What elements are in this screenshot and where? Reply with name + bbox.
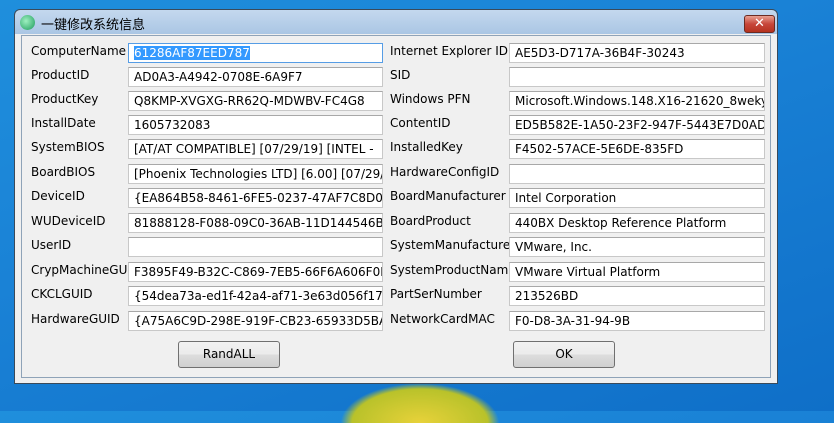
- dialog-window: 一键修改系统信息 ✕ RandALL OK ComputerName 61286A…: [14, 9, 778, 384]
- field-computername[interactable]: 61286AF87EED787: [128, 43, 383, 63]
- field-value: F4502-57ACE-5E6DE-835FD: [515, 142, 684, 156]
- label-systemproductname: SystemProductName: [390, 263, 516, 277]
- field-deviceid[interactable]: {EA864B58-8461-6FE5-0237-47AF7C8D003E: [128, 188, 383, 208]
- label-partsernumber: PartSerNumber: [390, 287, 482, 301]
- field-boardbios[interactable]: [Phoenix Technologies LTD] [6.00] [07/29…: [128, 164, 383, 184]
- field-systemmanufacturer[interactable]: VMware, Inc.: [509, 237, 765, 257]
- label-hardwareconfigid: HardwareConfigID: [390, 165, 500, 179]
- field-boardproduct[interactable]: 440BX Desktop Reference Platform: [509, 213, 765, 233]
- close-button[interactable]: ✕: [744, 15, 775, 33]
- label-productid: ProductID: [31, 68, 90, 82]
- field-value: Q8KMP-XVGXG-RR62Q-MDWBV-FC4G8: [134, 94, 365, 108]
- field-value: 213526BD: [515, 289, 579, 303]
- field-value: 440BX Desktop Reference Platform: [515, 216, 727, 230]
- label-ckclguid: CKCLGUID: [31, 287, 93, 301]
- title-bar[interactable]: 一键修改系统信息 ✕: [15, 10, 777, 35]
- window-title: 一键修改系统信息: [41, 18, 146, 33]
- field-value: VMware, Inc.: [515, 240, 592, 254]
- desktop-wallpaper-flowers: [340, 383, 500, 423]
- label-computername: ComputerName: [31, 44, 127, 58]
- label-deviceid: DeviceID: [31, 189, 85, 203]
- field-sid[interactable]: [509, 67, 765, 87]
- field-productid[interactable]: AD0A3-A4942-0708E-6A9F7: [128, 67, 383, 87]
- field-systembios[interactable]: [AT/AT COMPATIBLE] [07/29/19] [INTEL -: [128, 139, 383, 159]
- field-value: 81888128-F088-09C0-36AB-11D144546B09: [134, 216, 383, 230]
- app-icon: [20, 15, 35, 30]
- field-value: F0-D8-3A-31-94-9B: [515, 314, 631, 328]
- field-value: [Phoenix Technologies LTD] [6.00] [07/29…: [134, 167, 383, 181]
- label-wudeviceid: WUDeviceID: [31, 214, 106, 228]
- field-value: VMware Virtual Platform: [515, 265, 661, 279]
- field-userid[interactable]: [128, 237, 383, 257]
- field-productkey[interactable]: Q8KMP-XVGXG-RR62Q-MDWBV-FC4G8: [128, 91, 383, 111]
- form-area: RandALL OK ComputerName 61286AF87EED787 Pr…: [21, 35, 771, 378]
- label-windows-pfn: Windows PFN: [390, 92, 471, 106]
- label-boardbios: BoardBIOS: [31, 165, 96, 179]
- field-windows-pfn[interactable]: Microsoft.Windows.148.X16-21620_8wekyb3: [509, 91, 765, 111]
- label-internet-explorer-id: Internet Explorer ID: [390, 44, 509, 58]
- label-boardproduct: BoardProduct: [390, 214, 471, 228]
- field-crypmachineguid[interactable]: F3895F49-B32C-C869-7EB5-66F6A606F0FA: [128, 262, 383, 282]
- label-productkey: ProductKey: [31, 92, 99, 106]
- field-networkcardmac[interactable]: F0-D8-3A-31-94-9B: [509, 311, 765, 331]
- field-hardwareconfigid[interactable]: [509, 164, 765, 184]
- label-contentid: ContentID: [390, 116, 451, 130]
- field-internet-explorer-id[interactable]: AE5D3-D717A-36B4F-30243: [509, 43, 765, 63]
- label-networkcardmac: NetworkCardMAC: [390, 312, 495, 326]
- label-boardmanufacturer: BoardManufacturer: [390, 189, 506, 203]
- label-systemmanufacturer: SystemManufacturer: [390, 238, 516, 252]
- field-value: F3895F49-B32C-C869-7EB5-66F6A606F0FA: [134, 265, 383, 279]
- field-value: ED5B582E-1A50-23F2-947F-5443E7D0AD81: [515, 118, 765, 132]
- field-value: {54dea73a-ed1f-42a4-af71-3e63d056f174}: [134, 289, 383, 303]
- field-boardmanufacturer[interactable]: Intel Corporation: [509, 188, 765, 208]
- rand-all-button[interactable]: RandALL: [178, 341, 280, 368]
- field-value: Microsoft.Windows.148.X16-21620_8wekyb3: [515, 94, 765, 108]
- field-value: {A75A6C9D-298E-919F-CB23-65933D5BA36D: [134, 314, 382, 328]
- field-hardwareguid[interactable]: {A75A6C9D-298E-919F-CB23-65933D5BA36D: [128, 311, 383, 331]
- field-value: [AT/AT COMPATIBLE] [07/29/19] [INTEL -: [134, 142, 374, 156]
- field-installedkey[interactable]: F4502-57ACE-5E6DE-835FD: [509, 139, 765, 159]
- label-installdate: InstallDate: [31, 116, 96, 130]
- field-installdate[interactable]: 1605732083: [128, 115, 383, 135]
- field-value: 61286AF87EED787: [134, 46, 250, 60]
- field-partsernumber[interactable]: 213526BD: [509, 286, 765, 306]
- field-value: {EA864B58-8461-6FE5-0237-47AF7C8D003E: [134, 191, 383, 205]
- field-value: AD0A3-A4942-0708E-6A9F7: [134, 70, 303, 84]
- field-contentid[interactable]: ED5B582E-1A50-23F2-947F-5443E7D0AD81: [509, 115, 765, 135]
- label-installedkey: InstalledKey: [390, 140, 463, 154]
- field-systemproductname[interactable]: VMware Virtual Platform: [509, 262, 765, 282]
- label-systembios: SystemBIOS: [31, 140, 105, 154]
- label-userid: UserID: [31, 238, 72, 252]
- label-sid: SID: [390, 68, 411, 82]
- label-crypmachineguid: CrypMachineGUID: [31, 263, 141, 277]
- field-wudeviceid[interactable]: 81888128-F088-09C0-36AB-11D144546B09: [128, 213, 383, 233]
- label-hardwareguid: HardwareGUID: [31, 312, 120, 326]
- field-ckclguid[interactable]: {54dea73a-ed1f-42a4-af71-3e63d056f174}: [128, 286, 383, 306]
- field-value: Intel Corporation: [515, 191, 617, 205]
- field-value: 1605732083: [134, 118, 211, 132]
- ok-button[interactable]: OK: [513, 341, 615, 368]
- field-value: AE5D3-D717A-36B4F-30243: [515, 46, 685, 60]
